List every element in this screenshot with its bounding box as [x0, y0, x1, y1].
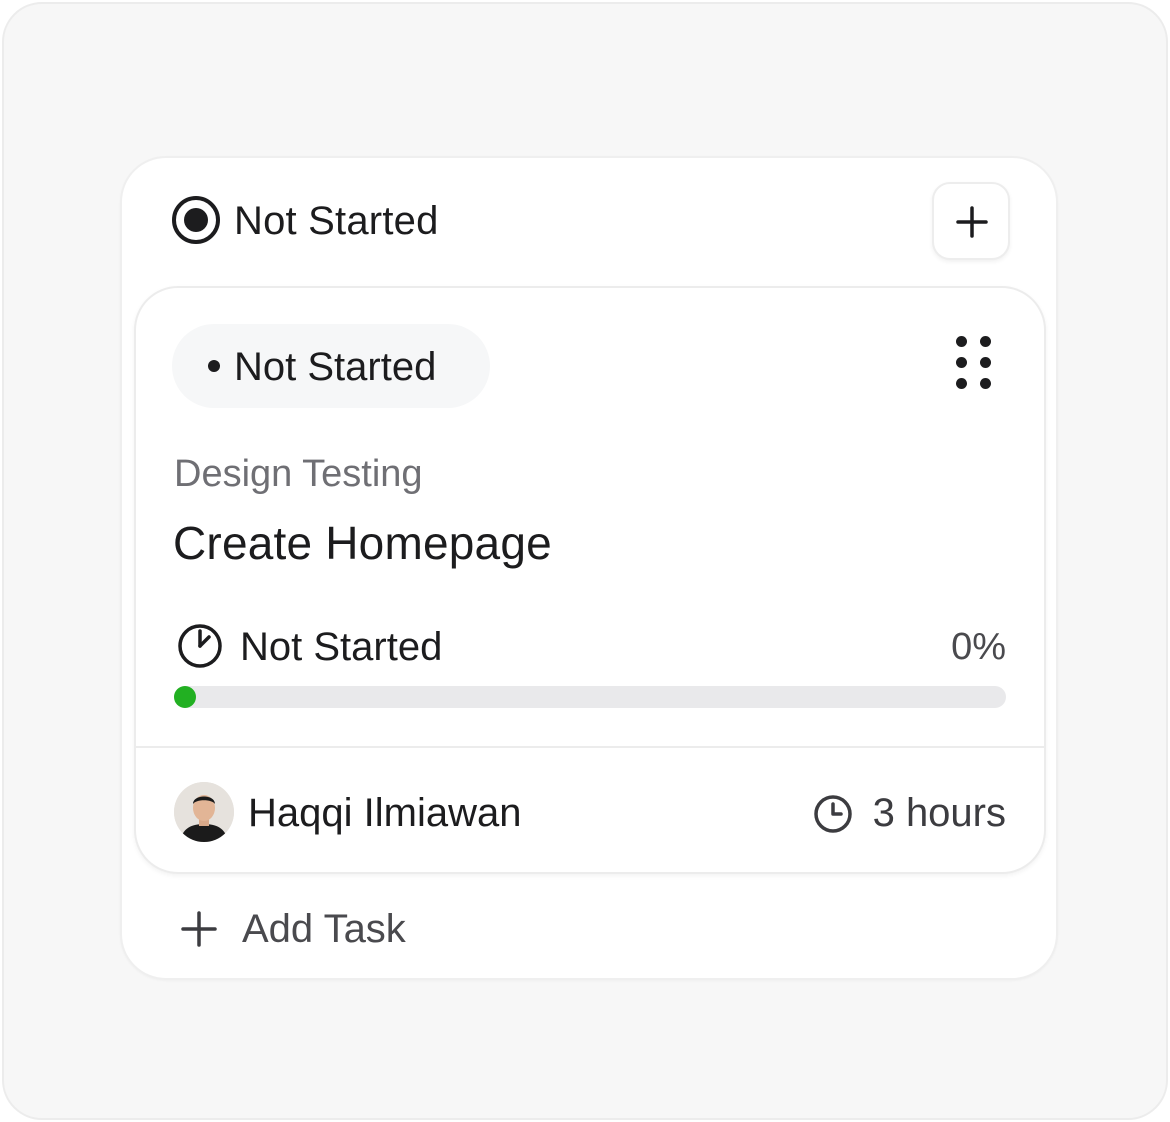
status-radio-icon: [172, 196, 220, 244]
status-dot-icon: [208, 360, 220, 372]
add-card-button[interactable]: [932, 182, 1010, 260]
column-title: Not Started: [234, 199, 439, 243]
progress-bar-fill: [174, 686, 196, 708]
task-title[interactable]: Create Homepage: [173, 516, 552, 570]
status-badge[interactable]: Not Started: [172, 324, 490, 408]
progress-bar: [174, 686, 1006, 708]
plus-icon: [956, 206, 988, 238]
drag-handle-icon[interactable]: [956, 336, 992, 390]
project-name: Design Testing: [174, 453, 423, 495]
progress-percent: 0%: [951, 626, 1006, 668]
card-divider: [136, 746, 1044, 748]
clock-icon: [814, 795, 852, 833]
kanban-column: Not Started Not Started Design Testing C…: [120, 156, 1058, 980]
column-header: Not Started: [122, 158, 1056, 286]
board-frame: Not Started Not Started Design Testing C…: [2, 2, 1168, 1120]
assignee-name: Haqqi Ilmiawan: [248, 791, 522, 835]
status-badge-label: Not Started: [234, 345, 437, 389]
user-avatar-icon: [174, 782, 234, 842]
progress-status-label: Not Started: [240, 625, 443, 669]
progress-ring-icon: [178, 624, 222, 668]
time-estimate: 3 hours: [872, 791, 1006, 835]
avatar[interactable]: [174, 782, 234, 842]
plus-icon: [181, 911, 217, 947]
add-task-label: Add Task: [242, 907, 406, 951]
task-card[interactable]: Not Started Design Testing Create Homepa…: [134, 286, 1046, 874]
add-task-button[interactable]: Add Task: [170, 888, 530, 968]
